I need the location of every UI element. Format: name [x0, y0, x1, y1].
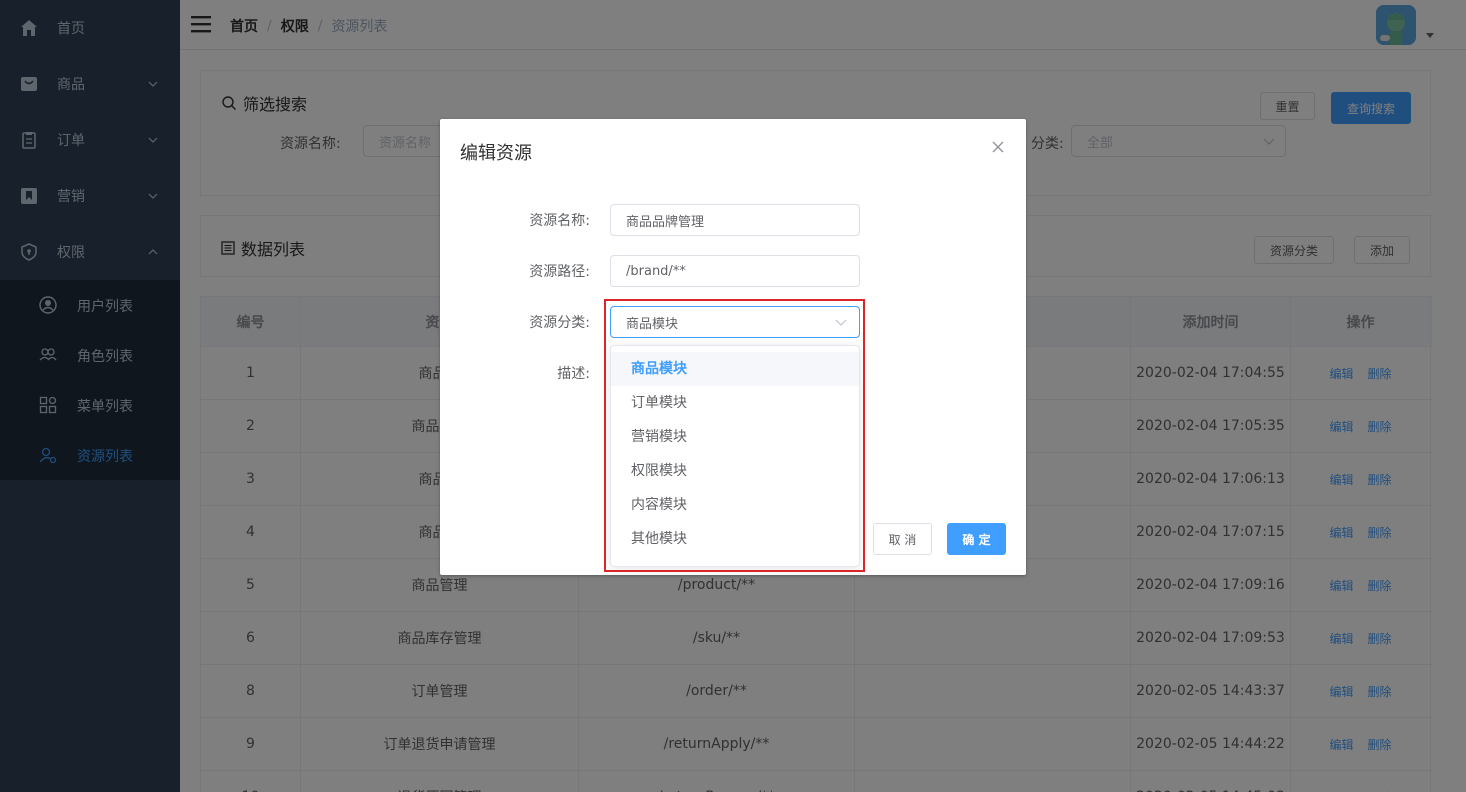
dialog-title: 编辑资源	[460, 143, 532, 164]
close-icon[interactable]	[992, 141, 1004, 153]
edit-resource-dialog: 编辑资源 资源名称: 商品品牌管理 资源路径: /brand/** 资源分类: …	[440, 119, 1026, 575]
chevron-down-icon	[835, 319, 847, 326]
dropdown-option[interactable]: 其他模块	[611, 522, 859, 556]
dialog-category-value: 商品模块	[626, 316, 679, 332]
dropdown-option[interactable]: 权限模块	[611, 454, 859, 488]
dropdown-option[interactable]: 商品模块	[611, 352, 859, 386]
dropdown-option[interactable]: 营销模块	[611, 420, 859, 454]
confirm-button[interactable]: 确 定	[947, 523, 1006, 555]
dialog-url-label: 资源路径:	[529, 264, 590, 280]
dialog-name-input[interactable]: 商品品牌管理	[610, 204, 860, 236]
dialog-description-label: 描述:	[557, 366, 590, 382]
dialog-name-label: 资源名称:	[529, 213, 590, 229]
dialog-url-input[interactable]: /brand/**	[610, 255, 860, 287]
cancel-button[interactable]: 取 消	[873, 523, 932, 555]
dialog-category-label: 资源分类:	[529, 315, 590, 331]
dropdown-option[interactable]: 内容模块	[611, 488, 859, 522]
dialog-category-select[interactable]: 商品模块	[610, 306, 860, 338]
category-dropdown: 商品模块 订单模块 营销模块 权限模块 内容模块 其他模块	[610, 345, 860, 567]
dropdown-option[interactable]: 订单模块	[611, 386, 859, 420]
